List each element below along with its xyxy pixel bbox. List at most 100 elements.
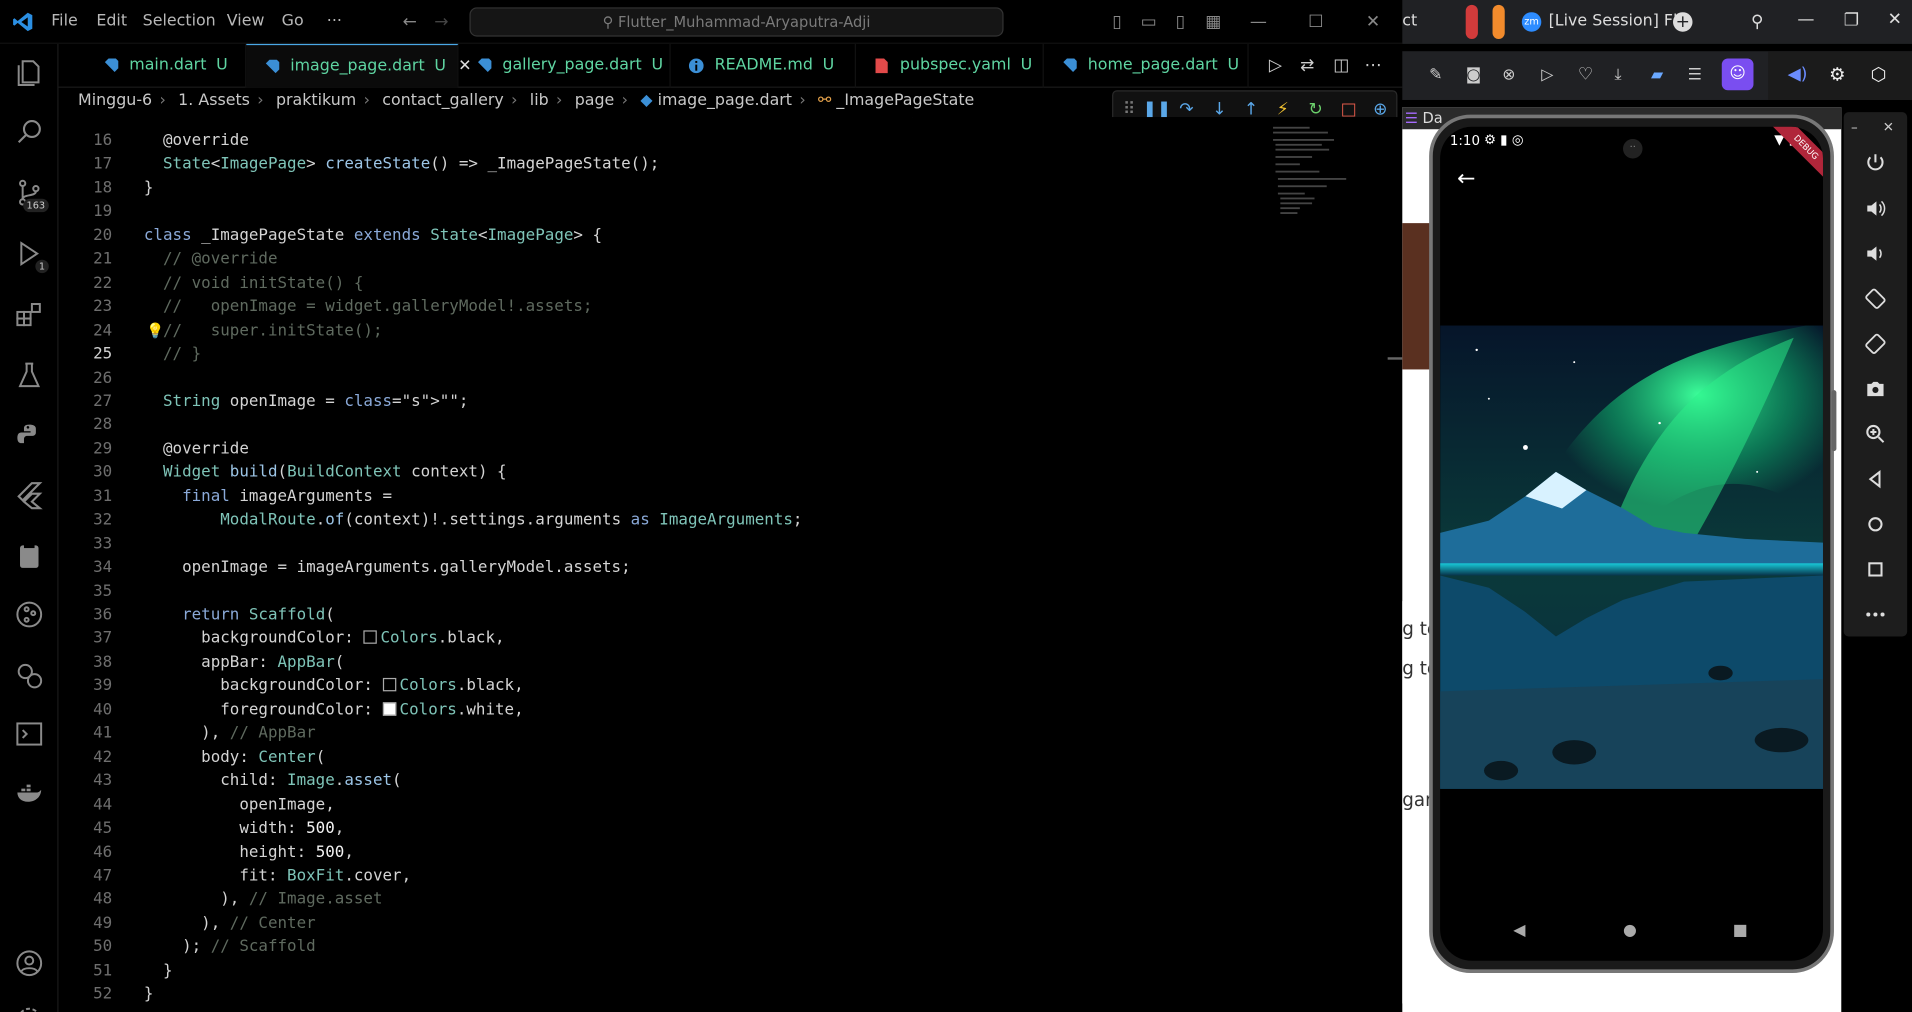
code-line[interactable]: foregroundColor: Colors.white,: [144, 701, 523, 719]
cube-icon[interactable]: ⬡: [1871, 63, 1887, 85]
maximize-icon[interactable]: ☐: [1306, 12, 1326, 32]
volume-down-icon[interactable]: [1861, 241, 1890, 270]
breadcrumb-item[interactable]: 1. Assets: [178, 91, 250, 109]
breadcrumb-item[interactable]: praktikum: [276, 91, 356, 109]
code-line[interactable]: ), // Center: [144, 914, 316, 932]
code-line[interactable]: @override: [144, 440, 249, 458]
power-icon[interactable]: [1861, 151, 1890, 180]
close-icon[interactable]: ✕: [1883, 119, 1894, 135]
tab-main-dart[interactable]: main.dart U: [85, 43, 247, 88]
code-line[interactable]: class _ImagePageState extends State<Imag…: [144, 227, 602, 245]
flutter-icon[interactable]: [10, 476, 49, 515]
toggle-panel-icon[interactable]: ▭: [1139, 12, 1159, 32]
breadcrumb-item[interactable]: _ImagePageState: [836, 91, 974, 109]
minimize-icon[interactable]: –: [1851, 119, 1858, 135]
explorer-icon[interactable]: [10, 54, 49, 93]
search-tabs-icon[interactable]: ⚲: [1751, 12, 1764, 32]
menu-file[interactable]: File: [51, 12, 78, 30]
code-line[interactable]: String openImage = class="s">"";: [144, 393, 468, 411]
block-icon[interactable]: ⊗: [1502, 66, 1515, 84]
code-line[interactable]: openImage,: [144, 796, 334, 814]
menu-go[interactable]: Go: [282, 12, 304, 30]
docker-icon[interactable]: [10, 773, 49, 812]
more-options-icon[interactable]: [1861, 602, 1890, 631]
send-icon[interactable]: ▷: [1541, 66, 1553, 84]
manage-gear-icon[interactable]: [10, 1000, 49, 1012]
appbar-back-icon[interactable]: ←: [1457, 166, 1475, 192]
account-icon[interactable]: [10, 944, 49, 983]
code-line[interactable]: width: 500,: [144, 819, 344, 837]
heart-icon[interactable]: ♡: [1578, 65, 1593, 85]
toggle-sidebar-icon[interactable]: ▯: [1107, 12, 1127, 32]
tab-image-page-dart[interactable]: image_page.dart U ✕: [246, 43, 472, 88]
run-file-icon[interactable]: ▷: [1266, 56, 1286, 76]
code-line[interactable]: backgroundColor: Colors.black,: [144, 630, 504, 648]
code-line[interactable]: ModalRoute.of(context)!.settings.argumen…: [144, 511, 803, 529]
scrollbar-thumb[interactable]: [1387, 357, 1403, 360]
tab-readme-md[interactable]: README.md U: [671, 43, 857, 88]
breadcrumb-item[interactable]: image_page.dart: [658, 91, 792, 109]
tag-icon[interactable]: ▰: [1651, 66, 1663, 84]
settings-gear-icon[interactable]: ⚙: [1829, 63, 1845, 85]
minimize-icon[interactable]: —: [1797, 10, 1814, 30]
lightbulb-icon[interactable]: 💡: [146, 321, 164, 338]
code-line[interactable]: // @override: [144, 250, 278, 268]
code-line[interactable]: ); // Scaffold: [144, 938, 316, 956]
browser-tab-zoom[interactable]: [Live Session] Fl: [1549, 12, 1678, 30]
git-graph-icon[interactable]: [10, 595, 49, 634]
sliders-icon[interactable]: ☰: [1688, 66, 1702, 84]
rotate-left-icon[interactable]: [1861, 287, 1890, 316]
home-circle-icon[interactable]: [1861, 512, 1890, 541]
notes-icon[interactable]: [10, 536, 49, 575]
screenshot-camera-icon[interactable]: [1861, 377, 1890, 406]
code-line[interactable]: }: [144, 179, 154, 197]
code-line[interactable]: State<ImagePage> createState() => _Image…: [144, 155, 659, 173]
forward-arrow-icon[interactable]: →: [432, 12, 452, 32]
code-editor[interactable]: 16 @override 17 State<ImagePage> createSt…: [58, 117, 1400, 1012]
extensions-icon[interactable]: [10, 295, 49, 334]
remote-explorer-icon[interactable]: [10, 656, 49, 695]
breadcrumb-item[interactable]: lib: [530, 91, 549, 109]
edit-icon[interactable]: ✎: [1429, 66, 1442, 84]
search-icon[interactable]: [10, 112, 49, 151]
zoom-in-icon[interactable]: [1861, 422, 1890, 451]
emulator-screen[interactable]: 1:10 ⚙ ▮ ◎ ·· ▼ ▮ DEBUG ← ◀ ● ■: [1440, 126, 1823, 961]
open-changes-icon[interactable]: ⇄: [1297, 56, 1317, 76]
code-line[interactable]: openImage = imageArguments.galleryModel.…: [144, 559, 631, 577]
breadcrumb-item[interactable]: contact_gallery: [382, 91, 504, 109]
code-line[interactable]: ), // AppBar: [144, 725, 316, 743]
code-line[interactable]: Widget build(BuildContext context) {: [144, 464, 507, 482]
code-line[interactable]: appBar: AppBar(: [144, 653, 344, 671]
close-icon[interactable]: ✕: [1363, 12, 1383, 32]
split-editor-icon[interactable]: ◫: [1332, 56, 1352, 76]
camera-icon[interactable]: ◙: [1466, 66, 1481, 84]
menu-view[interactable]: View: [227, 12, 265, 30]
more-actions-icon[interactable]: ⋯: [1363, 56, 1383, 76]
menu-more[interactable]: ···: [327, 12, 342, 30]
code-line[interactable]: fit: BoxFit.cover,: [144, 867, 411, 885]
breadcrumb-item[interactable]: page: [575, 91, 615, 109]
code-line[interactable]: body: Center(: [144, 748, 325, 766]
restore-icon[interactable]: ❐: [1844, 11, 1859, 31]
browser-tab-partial[interactable]: ct: [1402, 12, 1417, 30]
back-triangle-icon[interactable]: [1861, 467, 1890, 496]
terminal-icon[interactable]: [10, 714, 49, 753]
code-line[interactable]: // }: [144, 345, 201, 363]
breadcrumb-item[interactable]: Minggu-6: [78, 91, 152, 109]
minimize-icon[interactable]: —: [1249, 12, 1269, 32]
code-line[interactable]: backgroundColor: Colors.black,: [144, 677, 523, 695]
code-line[interactable]: final imageArguments =: [144, 487, 392, 505]
new-tab-icon[interactable]: +: [1673, 12, 1693, 32]
rotate-right-icon[interactable]: [1861, 332, 1890, 361]
source-control-icon[interactable]: 163: [10, 173, 49, 213]
code-line[interactable]: }: [144, 962, 173, 980]
code-line[interactable]: // void initState() {: [144, 274, 363, 292]
testing-flask-icon[interactable]: [10, 356, 49, 395]
download-icon[interactable]: ⤓: [1614, 66, 1621, 84]
code-line[interactable]: // openImage = widget.galleryModel!.asse…: [144, 298, 592, 316]
volume-up-icon[interactable]: [1861, 196, 1890, 225]
nav-back-icon[interactable]: ◀: [1513, 922, 1525, 940]
command-center-search[interactable]: ⚲ Flutter_Muhammad-Aryaputra-Adji: [469, 7, 1004, 37]
tab-pubspec-yaml[interactable]: pubspec.yaml U: [856, 43, 1044, 88]
menu-edit[interactable]: Edit: [96, 12, 127, 30]
